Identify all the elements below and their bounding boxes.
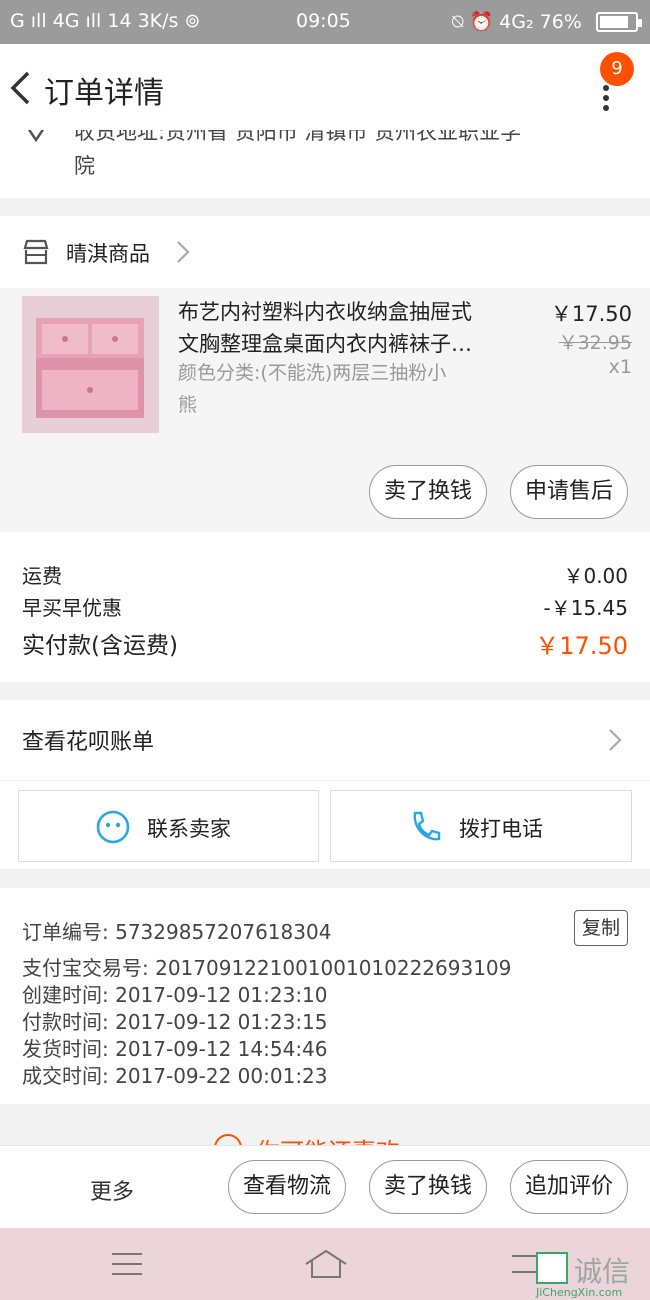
store-icon <box>23 239 49 265</box>
alipay-trade-number: 支付宝交易号: 2017091221001001010222693109 <box>22 956 512 980</box>
product-sku-line1: 颜色分类:(不能洗)两层三抽粉小 <box>178 362 447 384</box>
paid-value: ￥17.50 <box>535 632 628 660</box>
paid-label: 实付款(含运费) <box>22 633 178 659</box>
apply-aftersale-button[interactable]: 申请售后 <box>510 465 628 519</box>
home-icon[interactable] <box>304 1248 348 1280</box>
call-phone-button[interactable]: 拨打电话 <box>330 790 632 862</box>
paid-time: 付款时间: 2017-09-12 01:23:15 <box>22 1010 328 1034</box>
address-line1: 收货地址:贵州省 贵阳市 清镇市 贵州农业职业学 <box>74 130 522 144</box>
product-section: 布艺内衬塑料内衣收纳盒抽屉式 文胸整理盒桌面内衣内裤袜子… 颜色分类:(不能洗)… <box>0 288 650 532</box>
notification-badge: 9 <box>600 52 634 86</box>
contact-section: 联系卖家 拨打电话 <box>0 781 650 869</box>
watermark-text: 诚信 <box>574 1255 631 1288</box>
contact-seller-label: 联系卖家 <box>147 817 231 841</box>
status-time: 09:05 <box>296 10 351 32</box>
product-price: ￥17.50 <box>550 302 632 326</box>
battery-icon <box>596 12 642 32</box>
contact-seller-button[interactable]: 联系卖家 <box>18 790 319 862</box>
system-nav-bar: 诚信 JiChengXin.com <box>0 1228 650 1300</box>
sell-for-cash-button[interactable]: 卖了换钱 <box>369 465 487 519</box>
discount-value: -￥15.45 <box>543 596 628 620</box>
phone-icon <box>413 811 441 841</box>
shop-header[interactable]: 晴淇商品 <box>0 216 650 288</box>
nav-bar: 订单详情 9 <box>0 44 650 130</box>
recommend-title: 你可能还喜欢 <box>256 1132 400 1146</box>
product-image[interactable] <box>22 296 159 433</box>
fees-section: 运费 ￥0.00 早买早优惠 -￥15.45 实付款(含运费) ￥17.50 <box>0 532 650 682</box>
shipping-value: ￥0.00 <box>563 564 628 588</box>
status-left: G ıll 4G ıll 14 3K/s ⊚ <box>10 10 201 32</box>
order-info-section: 订单编号: 57329857207618304 复制 支付宝交易号: 20170… <box>0 888 650 1104</box>
product-title-line2[interactable]: 文胸整理盒桌面内衣内裤袜子… <box>178 328 472 358</box>
product-quantity: x1 <box>608 356 632 378</box>
order-number: 订单编号: 57329857207618304 <box>22 920 332 944</box>
created-time: 创建时间: 2017-09-12 01:23:10 <box>22 983 328 1007</box>
back-nav-icon[interactable] <box>508 1250 538 1278</box>
chat-bubble-icon <box>96 810 130 844</box>
bottom-action-bar: 更多 查看物流 卖了换钱 追加评价 <box>0 1145 650 1228</box>
shop-name: 晴淇商品 <box>66 242 150 266</box>
address-card: 收货地址:贵州省 贵阳市 清镇市 贵州农业职业学 院 <box>0 130 650 198</box>
back-arrow-icon[interactable] <box>8 70 34 106</box>
copy-button[interactable]: 复制 <box>574 910 628 946</box>
huabei-label: 查看花呗账单 <box>22 730 155 755</box>
location-pin-icon <box>27 130 45 143</box>
shipping-label: 运费 <box>22 564 62 588</box>
discount-label: 早买早优惠 <box>22 596 122 620</box>
chevron-right-icon <box>177 241 190 263</box>
completed-time: 成交时间: 2017-09-22 00:01:23 <box>22 1064 328 1088</box>
shipped-time: 发货时间: 2017-09-12 14:54:46 <box>22 1037 328 1061</box>
menu-icon[interactable] <box>110 1250 144 1278</box>
product-sku-line2: 熊 <box>178 394 198 416</box>
huabei-bill-row[interactable]: 查看花呗账单 <box>0 700 650 780</box>
add-review-button[interactable]: 追加评价 <box>510 1160 628 1214</box>
recommend-peek: 你可能还喜欢 <box>0 1104 650 1146</box>
sell-for-cash-bottom-button[interactable]: 卖了换钱 <box>369 1160 487 1214</box>
address-line2: 院 <box>74 154 95 178</box>
chevron-right-icon <box>609 729 622 751</box>
status-right: ⍉ ⏰ 4G₂ 76% <box>452 11 582 33</box>
product-original-price: ￥32.95 <box>558 332 632 354</box>
status-bar: G ıll 4G ıll 14 3K/s ⊚ 09:05 ⍉ ⏰ 4G₂ 76% <box>0 0 650 44</box>
page-title: 订单详情 <box>44 76 164 111</box>
more-link[interactable]: 更多 <box>90 1174 134 1206</box>
view-logistics-button[interactable]: 查看物流 <box>228 1160 346 1214</box>
watermark-logo-icon <box>536 1252 568 1284</box>
product-title-line1[interactable]: 布艺内衬塑料内衣收纳盒抽屉式 <box>178 296 472 326</box>
call-phone-label: 拨打电话 <box>459 817 543 841</box>
watermark-url: JiChengXin.com <box>536 1286 623 1299</box>
